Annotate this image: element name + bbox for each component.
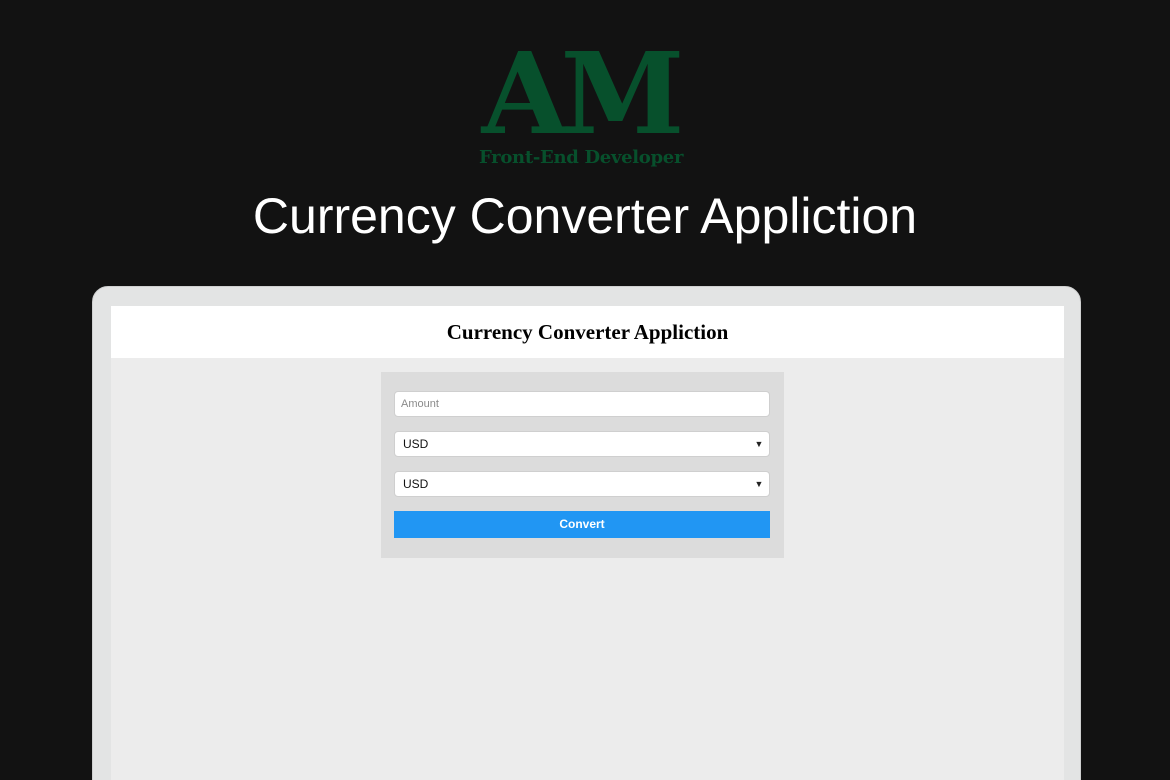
from-currency-value: USD: [403, 437, 429, 451]
from-currency-select[interactable]: USD ▼: [394, 431, 770, 457]
app-title: Currency Converter Appliction: [446, 320, 729, 344]
amount-placeholder: Amount: [401, 398, 439, 410]
brand-logo: AM Front-End Developer: [479, 29, 685, 172]
convert-button[interactable]: Convert: [394, 511, 770, 538]
to-currency-select[interactable]: USD ▼: [394, 471, 770, 497]
logo-mark: AM: [481, 29, 685, 160]
converter-card: Amount USD ▼ USD ▼ Convert: [381, 372, 784, 558]
to-currency-value: USD: [403, 477, 429, 491]
hero-title: Currency Converter Appliction: [252, 188, 918, 244]
browser-viewport: Currency Converter Appliction Amount USD…: [111, 306, 1064, 780]
logo-subtitle: Front-End Developer: [479, 147, 684, 168]
chevron-down-icon: ▼: [754, 439, 764, 449]
amount-input[interactable]: Amount: [394, 391, 770, 417]
page-canvas: AM Front-End Developer Currency Converte…: [0, 0, 1170, 780]
app-header: Currency Converter Appliction: [111, 306, 1064, 358]
chevron-down-icon: ▼: [754, 479, 764, 489]
